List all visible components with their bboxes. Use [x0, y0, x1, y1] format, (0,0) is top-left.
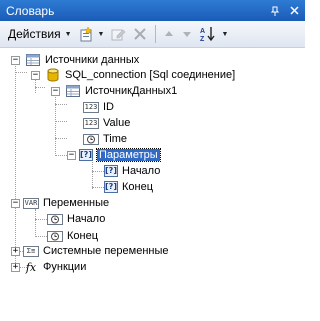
move-up-button[interactable]: [160, 23, 178, 45]
tree-line: [15, 72, 27, 73]
title-bar: Словарь: [0, 0, 305, 21]
datasources-icon: [25, 53, 41, 67]
numeric-field-icon: 123: [83, 117, 99, 129]
tree-node-field-id[interactable]: 123 ID: [83, 99, 114, 115]
tree-label: Value: [103, 117, 131, 129]
collapse-toggle[interactable]: −: [67, 150, 76, 160]
tree-node-var-end[interactable]: Конец: [47, 228, 98, 244]
collapse-toggle[interactable]: −: [11, 198, 20, 208]
tree-line: [35, 209, 36, 237]
tree-label-selected: Параметры: [96, 148, 161, 162]
collapse-toggle[interactable]: −: [51, 86, 60, 96]
parameter-icon: [?]: [79, 149, 93, 161]
table-icon: [65, 84, 81, 98]
sort-az-icon: A Z: [200, 27, 216, 43]
tree-line: [15, 64, 16, 267]
expand-toggle[interactable]: +: [11, 246, 20, 256]
tree-label: Конец: [67, 230, 99, 242]
tree-label: ID: [103, 101, 114, 113]
tree-node-system-variables[interactable]: + Σ≡ Системные переменные: [11, 243, 169, 259]
database-icon: [45, 68, 61, 82]
chevron-down-icon: ▼: [64, 30, 72, 38]
tree-line: [35, 219, 47, 220]
tree-label: Источники данных: [45, 54, 140, 66]
parameter-icon: [?]: [104, 181, 118, 193]
tree-node-variables[interactable]: − VAR Переменные: [11, 195, 109, 211]
tree-label: SQL_connection [Sql соединение]: [65, 69, 236, 81]
delete-icon: [134, 28, 147, 40]
arrow-down-icon: [183, 32, 192, 37]
svg-text:Z: Z: [200, 36, 205, 43]
tree-label: Начало: [67, 213, 106, 225]
arrow-up-icon: [165, 31, 174, 36]
toolbar: Действия ▼ ▼ A Z ▼: [0, 21, 305, 48]
new-item-button[interactable]: ▼: [75, 23, 108, 45]
tree-node-var-start[interactable]: Начало: [47, 211, 105, 227]
tree-label: Time: [103, 133, 128, 145]
window-title: Словарь: [6, 3, 55, 18]
tree-line: [55, 155, 67, 156]
tree-node-field-time[interactable]: Time: [83, 131, 127, 147]
tree-line: [92, 187, 104, 188]
tree-node-field-value[interactable]: 123 Value: [83, 115, 130, 131]
collapse-toggle[interactable]: −: [31, 70, 40, 80]
toolbar-separator: [155, 25, 157, 43]
tree-node-datasources[interactable]: − Источники данных: [11, 52, 139, 68]
tree-node-sql-connection[interactable]: − SQL_connection [Sql соединение]: [31, 67, 235, 83]
close-icon[interactable]: [286, 3, 302, 19]
tree-line: [35, 236, 47, 237]
tree-label: Функции: [43, 261, 87, 273]
delete-button[interactable]: [129, 23, 151, 45]
numeric-field-icon: 123: [83, 101, 99, 113]
tree-line: [55, 104, 67, 105]
tree-node-param-end[interactable]: [?] Конец: [104, 179, 153, 195]
expand-toggle[interactable]: +: [11, 262, 20, 272]
tree-label: Переменные: [43, 197, 110, 209]
chevron-down-icon: ▼: [97, 30, 105, 38]
time-variable-icon: [47, 213, 63, 225]
tree-line: [92, 159, 93, 189]
pin-icon[interactable]: [267, 3, 283, 19]
tree-line: [35, 87, 45, 88]
sort-button[interactable]: A Z ▼: [196, 23, 231, 45]
actions-label: Действия: [8, 27, 61, 41]
tree-line: [92, 171, 104, 172]
tree-label: Системные переменные: [43, 245, 169, 257]
tree-label: Начало: [122, 165, 161, 177]
collapse-toggle[interactable]: −: [11, 55, 20, 65]
parameter-icon: [?]: [104, 165, 118, 177]
edit-button[interactable]: [107, 23, 129, 45]
tree-node-functions[interactable]: + fx Функции: [11, 259, 86, 275]
time-field-icon: [83, 133, 99, 145]
tree-label: ИсточникДанных1: [85, 85, 178, 97]
move-down-button[interactable]: [178, 23, 196, 45]
actions-menu-button[interactable]: Действия ▼: [5, 23, 75, 45]
tree-node-parameters[interactable]: − [?] Параметры: [67, 147, 161, 163]
time-variable-icon: [47, 230, 63, 242]
tree-node-datasource1[interactable]: − ИсточникДанных1: [51, 83, 177, 99]
edit-icon: [111, 29, 126, 41]
variables-icon: VAR: [23, 197, 39, 209]
new-item-icon: [80, 26, 92, 42]
tree-line: [55, 121, 67, 122]
chevron-down-icon: ▼: [221, 30, 229, 38]
tree-label: Конец: [122, 181, 154, 193]
system-variables-icon: Σ≡: [23, 245, 39, 257]
dictionary-tree: − Источники данных − SQL_connection [Sql…: [0, 49, 305, 321]
svg-text:A: A: [200, 28, 205, 35]
function-icon: fx: [25, 260, 37, 274]
tree-line: [55, 138, 67, 139]
tree-node-param-start[interactable]: [?] Начало: [104, 163, 160, 179]
